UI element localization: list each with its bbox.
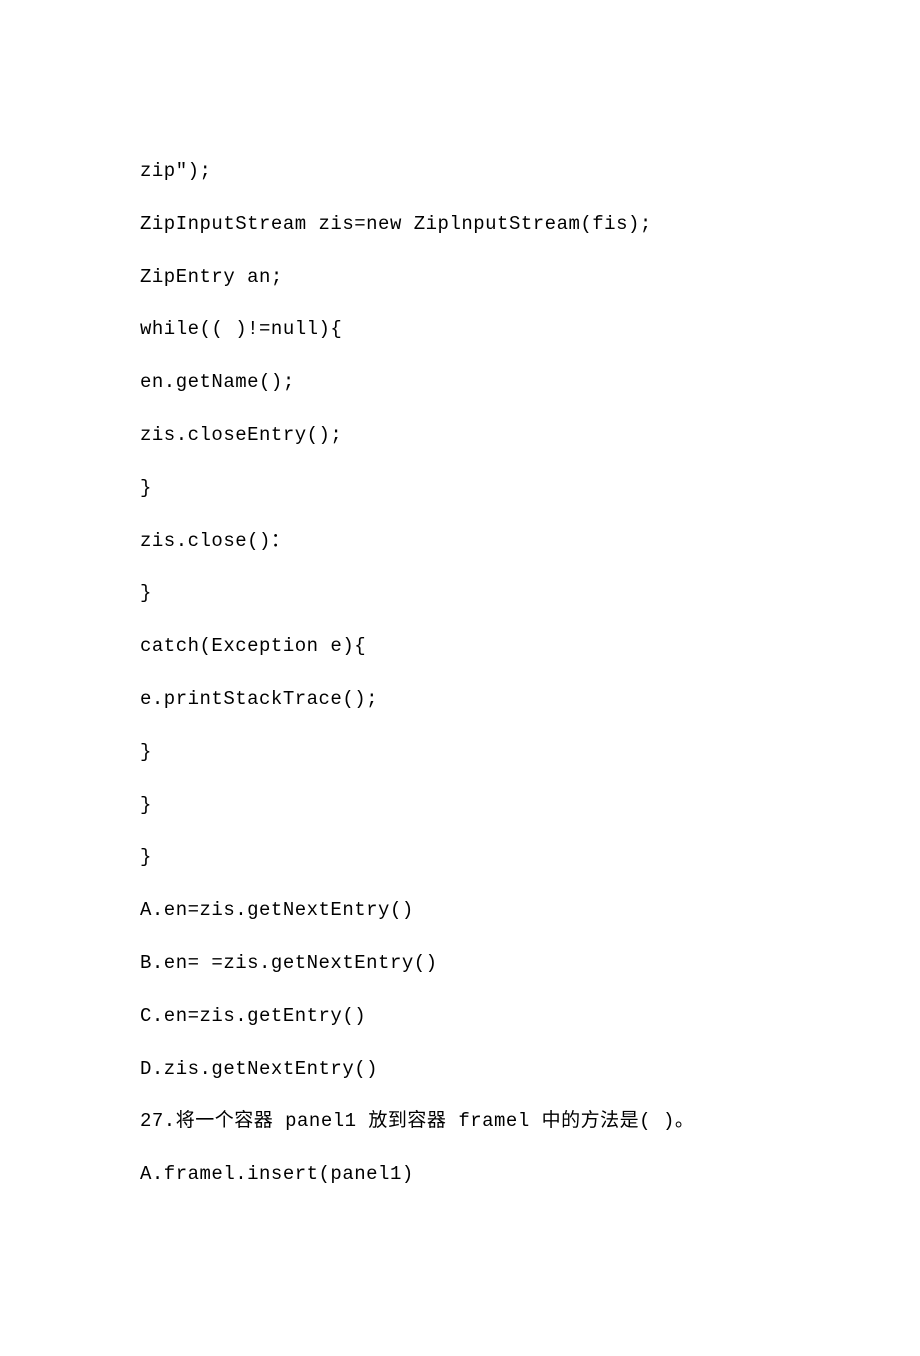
answer-option: D.zis.getNextEntry() (140, 1058, 780, 1081)
code-line: while(( )!=null){ (140, 318, 780, 341)
code-line: ZipEntry an; (140, 266, 780, 289)
answer-option: C.en=zis.getEntry() (140, 1005, 780, 1028)
code-line: zis.closeEntry(); (140, 424, 780, 447)
answer-option: A.framel.insert(panel1) (140, 1163, 780, 1186)
code-line: zip"); (140, 160, 780, 183)
question-text: 27.将一个容器 panel1 放到容器 framel 中的方法是( )。 (140, 1110, 780, 1133)
code-line: e.printStackTrace(); (140, 688, 780, 711)
code-line: catch(Exception e){ (140, 635, 780, 658)
answer-option: B.en= =zis.getNextEntry() (140, 952, 780, 975)
code-line: ZipInputStream zis=new ZiplnputStream(fi… (140, 213, 780, 236)
code-line: } (140, 741, 780, 764)
answer-option: A.en=zis.getNextEntry() (140, 899, 780, 922)
code-line: } (140, 477, 780, 500)
code-line: } (140, 582, 780, 605)
code-line: } (140, 846, 780, 869)
document-body: zip"); ZipInputStream zis=new ZiplnputSt… (0, 0, 920, 1356)
code-line: zis.close()： (140, 530, 780, 553)
code-line: } (140, 794, 780, 817)
code-line: en.getName(); (140, 371, 780, 394)
